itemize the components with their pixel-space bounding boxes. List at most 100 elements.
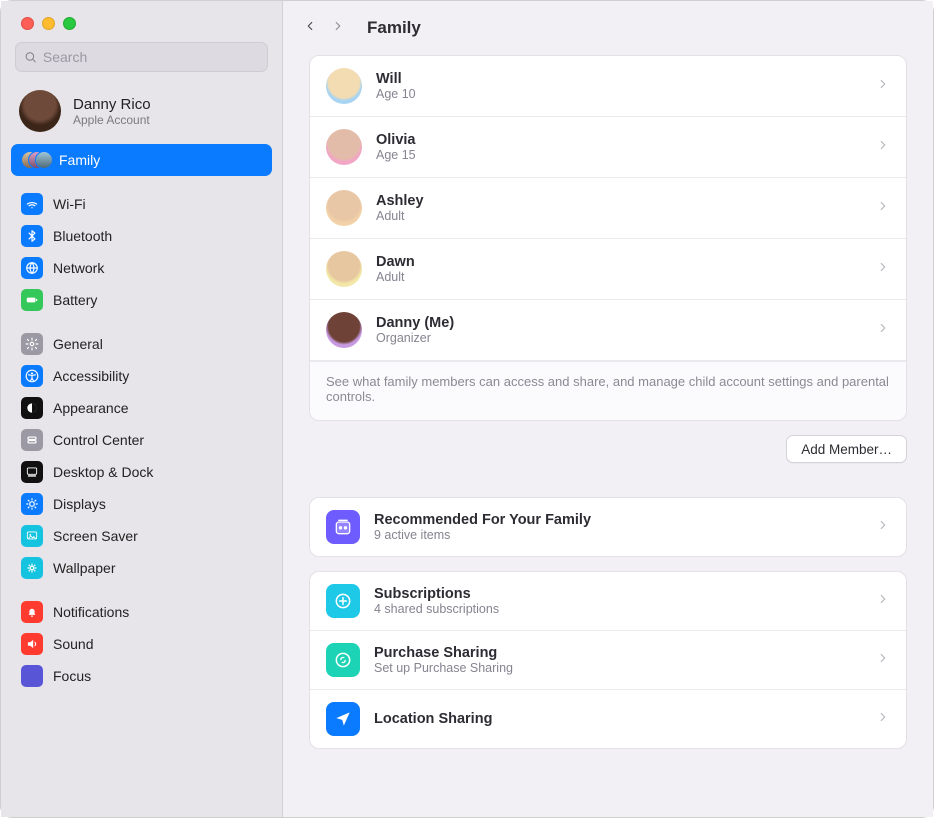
bt-icon: [21, 225, 43, 247]
search-input[interactable]: [43, 49, 259, 65]
member-avatar: [326, 68, 362, 104]
account-row[interactable]: Danny Rico Apple Account: [1, 80, 282, 144]
sidebar-item-label: Desktop & Dock: [53, 464, 153, 480]
member-name: Will: [376, 71, 416, 87]
member-sub: Age 15: [376, 148, 416, 162]
main-header: Family: [283, 1, 933, 55]
chevron-right-icon: [876, 260, 890, 279]
minimize-button[interactable]: [42, 17, 55, 30]
chevron-right-icon: [876, 321, 890, 340]
sidebar-item-ss[interactable]: Screen Saver: [11, 520, 272, 552]
family-member-row[interactable]: OliviaAge 15: [310, 117, 906, 178]
sidebar-item-label: Sound: [53, 636, 93, 652]
chevron-right-icon: [876, 77, 890, 96]
app-icon: [21, 397, 43, 419]
sidebar-item-sound[interactable]: Sound: [11, 628, 272, 660]
member-name: Olivia: [376, 132, 416, 148]
sidebar-item-family[interactable]: Family: [11, 144, 272, 176]
nav-forward-button[interactable]: [331, 19, 345, 38]
options-card-1: Recommended For Your Family9 active item…: [309, 497, 907, 557]
member-avatar: [326, 190, 362, 226]
bat-icon: [21, 289, 43, 311]
member-sub: Age 10: [376, 87, 416, 101]
acc-icon: [21, 365, 43, 387]
sidebar-item-bat[interactable]: Battery: [11, 284, 272, 316]
sidebar-item-dock[interactable]: Desktop & Dock: [11, 456, 272, 488]
member-avatar: [326, 129, 362, 165]
sidebar-item-label: Screen Saver: [53, 528, 138, 544]
option-sub: Set up Purchase Sharing: [374, 661, 513, 675]
add-member-button[interactable]: Add Member…: [786, 435, 907, 463]
chevron-right-icon: [876, 199, 890, 218]
fullscreen-button[interactable]: [63, 17, 76, 30]
chevron-right-icon: [331, 19, 345, 33]
family-member-row[interactable]: Danny (Me)Organizer: [310, 300, 906, 361]
nav-back-button[interactable]: [303, 19, 317, 38]
option-sub: 4 shared subscriptions: [374, 602, 499, 616]
option-row-subs[interactable]: Subscriptions4 shared subscriptions: [310, 572, 906, 631]
sidebar-item-label: Notifications: [53, 604, 129, 620]
sidebar-item-wifi[interactable]: Wi-Fi: [11, 188, 272, 220]
family-member-row[interactable]: DawnAdult: [310, 239, 906, 300]
chevron-right-icon: [876, 651, 890, 670]
window-controls: [1, 1, 282, 42]
close-button[interactable]: [21, 17, 34, 30]
chevron-right-icon: [876, 518, 890, 537]
window: Danny Rico Apple Account Family Wi-Fi Blu…: [1, 1, 933, 817]
option-title: Recommended For Your Family: [374, 512, 591, 528]
sidebar-item-bt[interactable]: Bluetooth: [11, 220, 272, 252]
account-avatar: [19, 90, 61, 132]
sidebar-item-cc[interactable]: Control Center: [11, 424, 272, 456]
family-member-row[interactable]: AshleyAdult: [310, 178, 906, 239]
sidebar-item-acc[interactable]: Accessibility: [11, 360, 272, 392]
search-icon: [24, 50, 37, 64]
account-sub: Apple Account: [73, 113, 151, 127]
main: Family WillAge 10OliviaAge 15AshleyAdult…: [283, 1, 933, 817]
search-field[interactable]: [15, 42, 268, 72]
member-sub: Adult: [376, 209, 424, 223]
sidebar-item-net[interactable]: Network: [11, 252, 272, 284]
sidebar-item-label: Bluetooth: [53, 228, 112, 244]
member-name: Dawn: [376, 254, 415, 270]
disp-icon: [21, 493, 43, 515]
sidebar-item-label: Wi-Fi: [53, 196, 86, 212]
sidebar-item-label: Accessibility: [53, 368, 129, 384]
page-title: Family: [367, 18, 421, 38]
net-icon: [21, 257, 43, 279]
option-row-loc[interactable]: Location Sharing: [310, 690, 906, 748]
dock-icon: [21, 461, 43, 483]
sidebar-item-label: Control Center: [53, 432, 144, 448]
sidebar-item-disp[interactable]: Displays: [11, 488, 272, 520]
chevron-right-icon: [876, 710, 890, 729]
member-sub: Organizer: [376, 331, 454, 345]
chevron-right-icon: [876, 592, 890, 611]
sidebar-item-gen[interactable]: General: [11, 328, 272, 360]
sidebar-item-label: Displays: [53, 496, 106, 512]
wall-icon: [21, 557, 43, 579]
wifi-icon: [21, 193, 43, 215]
sidebar-item-app[interactable]: Appearance: [11, 392, 272, 424]
sidebar-item-label: Family: [59, 152, 100, 168]
sidebar-item-label: Battery: [53, 292, 97, 308]
ss-icon: [21, 525, 43, 547]
sound-icon: [21, 633, 43, 655]
cc-icon: [21, 429, 43, 451]
option-row-rec[interactable]: Recommended For Your Family9 active item…: [310, 498, 906, 556]
sidebar-item-label: Network: [53, 260, 104, 276]
focus-icon: [21, 665, 43, 687]
option-title: Location Sharing: [374, 711, 492, 727]
member-name: Danny (Me): [376, 315, 454, 331]
option-title: Purchase Sharing: [374, 645, 513, 661]
sidebar-item-focus[interactable]: Focus: [11, 660, 272, 692]
family-members-card: WillAge 10OliviaAge 15AshleyAdultDawnAdu…: [309, 55, 907, 421]
chevron-right-icon: [876, 138, 890, 157]
notif-icon: [21, 601, 43, 623]
option-title: Subscriptions: [374, 586, 499, 602]
family-icon: [21, 149, 49, 171]
option-row-purch[interactable]: Purchase SharingSet up Purchase Sharing: [310, 631, 906, 690]
chevron-left-icon: [303, 19, 317, 33]
sidebar-item-wall[interactable]: Wallpaper: [11, 552, 272, 584]
member-avatar: [326, 251, 362, 287]
family-member-row[interactable]: WillAge 10: [310, 56, 906, 117]
sidebar-item-notif[interactable]: Notifications: [11, 596, 272, 628]
